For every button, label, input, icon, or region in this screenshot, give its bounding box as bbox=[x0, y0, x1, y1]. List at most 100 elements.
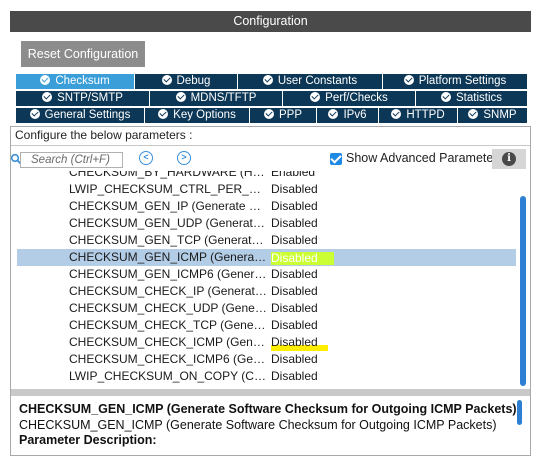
tab-statistics[interactable]: Statistics bbox=[416, 91, 527, 106]
list-item[interactable]: CHECKSUM_GEN_IP (Generate Soft... Disabl… bbox=[17, 198, 516, 215]
tab-label: Perf/Checks bbox=[325, 92, 388, 104]
list-item[interactable]: CHECKSUM_CHECK_ICMP (Generat... Disabled bbox=[17, 334, 516, 351]
check-circle-icon bbox=[29, 109, 40, 119]
next-match-button[interactable]: > bbox=[177, 151, 191, 165]
parameter-value: Disabled bbox=[271, 334, 328, 351]
parameter-name: CHECKSUM_CHECK_TCP (Generate... bbox=[69, 318, 267, 332]
list-item-selected[interactable]: CHECKSUM_GEN_ICMP (Generate S... Disable… bbox=[17, 249, 516, 266]
search-input[interactable] bbox=[31, 153, 122, 167]
parameter-value: Disabled bbox=[271, 252, 334, 265]
parameter-name: LWIP_CHECKSUM_CTRL_PER_NETI... bbox=[69, 182, 267, 196]
tab-label: SNMP bbox=[483, 109, 517, 121]
check-circle-icon bbox=[263, 109, 274, 119]
tab-general-settings[interactable]: General Settings bbox=[16, 108, 145, 123]
tab-label: HTTPD bbox=[406, 109, 445, 121]
parameter-name: CHECKSUM_GEN_ICMP6 (Generate ... bbox=[69, 267, 267, 281]
list-item[interactable]: CHECKSUM_CHECK_IP (Generate S... Disable… bbox=[17, 283, 516, 300]
check-circle-icon bbox=[161, 75, 172, 85]
parameter-value: Disabled bbox=[271, 267, 318, 281]
tab-sntp-smtp[interactable]: SNTP/SMTP bbox=[16, 91, 150, 106]
tab-row-3: General Settings Key Options PPP IPv6 HT… bbox=[16, 108, 527, 123]
list-item[interactable]: CHECKSUM_CHECK_ICMP6 (Genera... Disabled bbox=[17, 351, 516, 368]
check-circle-icon bbox=[262, 75, 273, 85]
info-icon: i bbox=[502, 152, 516, 166]
check-circle-icon bbox=[40, 75, 51, 85]
info-button[interactable]: i bbox=[492, 149, 526, 169]
description-scrollbar-thumb[interactable] bbox=[517, 400, 522, 425]
parameter-value: Disabled bbox=[271, 301, 318, 315]
tab-ipv6[interactable]: IPv6 bbox=[317, 108, 379, 123]
tab-label: User Constants bbox=[277, 75, 358, 87]
parameter-value: Disabled bbox=[271, 216, 318, 230]
tab-label: General Settings bbox=[44, 109, 131, 121]
check-circle-icon bbox=[42, 92, 53, 102]
configure-label: Configure the below parameters : bbox=[15, 128, 193, 142]
tab-debug[interactable]: Debug bbox=[135, 74, 238, 89]
tab-platform-settings[interactable]: Platform Settings bbox=[383, 74, 527, 89]
parameter-value: Disabled bbox=[271, 352, 318, 366]
tab-label: Statistics bbox=[455, 92, 502, 104]
tab-snmp[interactable]: SNMP bbox=[458, 108, 527, 123]
parameter-name: CHECKSUM_BY_HARDWARE (Hard... bbox=[69, 171, 267, 179]
tab-ppp[interactable]: PPP bbox=[250, 108, 317, 123]
tab-row-2: SNTP/SMTP MDNS/TFTP Perf/Checks Statisti… bbox=[16, 91, 527, 106]
list-item[interactable]: LWIP_CHECKSUM_CTRL_PER_NETI... Disabled bbox=[17, 181, 516, 198]
tab-label: SNTP/SMTP bbox=[57, 92, 123, 104]
parameter-name: CHECKSUM_GEN_IP (Generate Soft... bbox=[69, 199, 267, 213]
tab-httpd[interactable]: HTTPD bbox=[379, 108, 458, 123]
parameter-list[interactable]: CHECKSUM_BY_HARDWARE (Hard... Enabled LW… bbox=[17, 171, 516, 388]
parameter-value: Disabled bbox=[271, 233, 318, 247]
parameter-name: LWIP_CHECKSUM_ON_COPY (Calc... bbox=[69, 369, 267, 383]
parameter-value: Disabled bbox=[271, 369, 318, 383]
splitter[interactable] bbox=[11, 389, 530, 396]
list-item[interactable]: CHECKSUM_GEN_ICMP6 (Generate ... Disable… bbox=[17, 266, 516, 283]
list-item[interactable]: CHECKSUM_CHECK_UDP (Generate... Disabled bbox=[17, 300, 516, 317]
parameter-name: CHECKSUM_CHECK_UDP (Generate... bbox=[69, 301, 267, 315]
parameter-value: Disabled bbox=[271, 182, 318, 196]
tab-perf-checks[interactable]: Perf/Checks bbox=[283, 91, 416, 106]
check-circle-icon bbox=[175, 92, 186, 102]
parameter-name: CHECKSUM_CHECK_ICMP6 (Genera... bbox=[69, 352, 267, 366]
parameter-description-label: Parameter Description: bbox=[19, 433, 157, 447]
reset-configuration-button[interactable]: Reset Configuration bbox=[21, 41, 145, 67]
check-circle-icon bbox=[328, 109, 339, 119]
tab-label: MDNS/TFTP bbox=[190, 92, 257, 104]
check-circle-icon bbox=[468, 109, 479, 119]
previous-match-button[interactable]: < bbox=[139, 151, 153, 165]
tab-label: Platform Settings bbox=[418, 75, 507, 87]
parameter-name: CHECKSUM_CHECK_ICMP (Generat... bbox=[69, 335, 267, 349]
parameter-name: CHECKSUM_GEN_ICMP (Generate S... bbox=[69, 250, 267, 264]
description-title: CHECKSUM_GEN_ICMP (Generate Software Che… bbox=[19, 402, 517, 416]
parameter-value: Enabled bbox=[271, 171, 316, 179]
tab-label: IPv6 bbox=[343, 109, 367, 121]
show-advanced-checkbox[interactable] bbox=[330, 153, 342, 165]
check-circle-icon bbox=[158, 109, 169, 119]
list-item[interactable]: CHECKSUM_GEN_UDP (Generate S... Disabled bbox=[17, 215, 516, 232]
parameter-name: CHECKSUM_CHECK_IP (Generate S... bbox=[69, 284, 267, 298]
tab-label: Key Options bbox=[173, 109, 236, 121]
parameter-value: Disabled bbox=[271, 284, 318, 298]
list-item[interactable]: LWIP_CHECKSUM_ON_COPY (Calc... Disabled bbox=[17, 368, 516, 385]
scrollbar-thumb[interactable] bbox=[520, 196, 526, 386]
description-body: CHECKSUM_GEN_ICMP (Generate Software Che… bbox=[19, 418, 497, 432]
check-circle-icon bbox=[391, 109, 402, 119]
check-circle-icon bbox=[440, 92, 451, 102]
check-circle-icon bbox=[310, 92, 321, 102]
parameter-value: Disabled bbox=[271, 199, 318, 213]
parameter-name: CHECKSUM_GEN_TCP (Generate So... bbox=[69, 233, 267, 247]
tab-key-options[interactable]: Key Options bbox=[145, 108, 250, 123]
check-circle-icon bbox=[403, 75, 414, 85]
tab-mdns-tftp[interactable]: MDNS/TFTP bbox=[150, 91, 283, 106]
list-item[interactable]: CHECKSUM_BY_HARDWARE (Hard... Enabled bbox=[17, 171, 516, 181]
tab-user-constants[interactable]: User Constants bbox=[238, 74, 383, 89]
list-item[interactable]: CHECKSUM_GEN_TCP (Generate So... Disable… bbox=[17, 232, 516, 249]
tab-label: PPP bbox=[278, 109, 302, 121]
list-item[interactable]: CHECKSUM_CHECK_TCP (Generate... Disabled bbox=[17, 317, 516, 334]
tab-row-1: Checksum Debug User Constants Platform S… bbox=[16, 74, 527, 89]
tab-checksum[interactable]: Checksum bbox=[16, 74, 135, 89]
parameter-value: Disabled bbox=[271, 318, 318, 332]
tab-label: Checksum bbox=[55, 75, 110, 87]
divider bbox=[11, 145, 530, 146]
show-advanced-label: Show Advanced Parameters bbox=[346, 151, 504, 165]
window-title: Configuration bbox=[10, 11, 531, 32]
